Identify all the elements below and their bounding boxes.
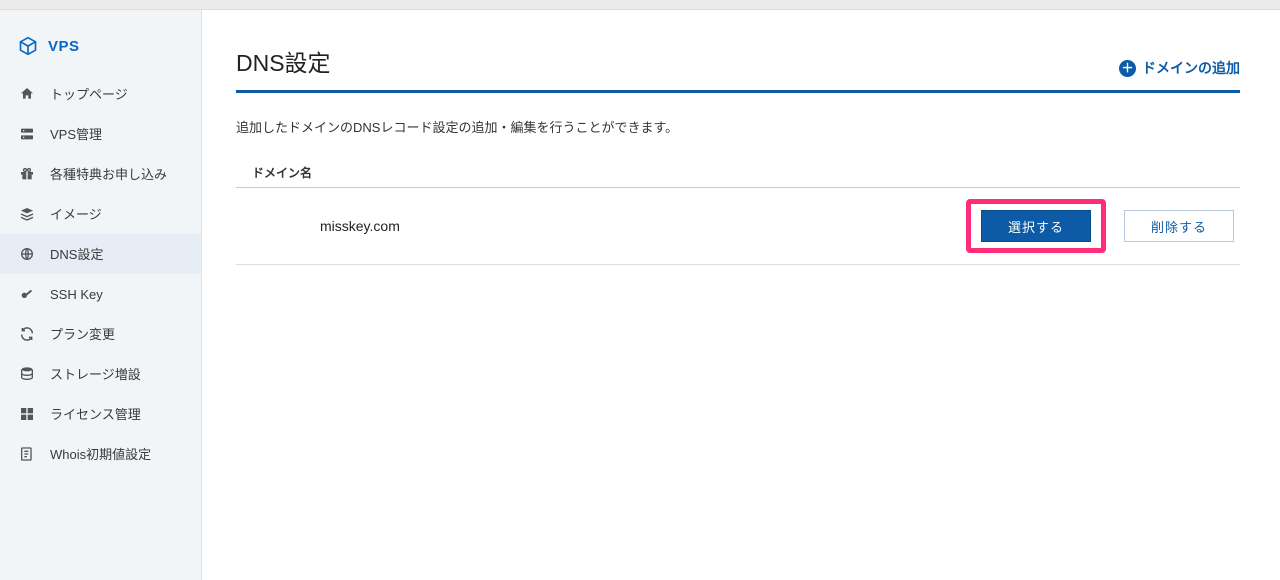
delete-button[interactable]: 削除する <box>1124 210 1234 242</box>
select-button[interactable]: 選択する <box>981 210 1091 242</box>
sidebar-item-label: DNS設定 <box>50 248 103 261</box>
sidebar-item-dns[interactable]: DNS設定 <box>0 234 201 274</box>
sidebar-item-vps[interactable]: VPS管理 <box>0 114 201 154</box>
sidebar-item-label: プラン変更 <box>50 328 115 341</box>
plus-circle-icon: ＋ <box>1119 60 1136 77</box>
sidebar-item-ssh[interactable]: SSH Key <box>0 274 201 314</box>
page-description: 追加したドメインのDNSレコード設定の追加・編集を行うことができます。 <box>236 117 1240 136</box>
table-row: misskey.com 選択する 削除する <box>236 188 1240 265</box>
row-actions: 選択する 削除する <box>966 199 1234 253</box>
database-icon <box>18 365 36 383</box>
globe-icon <box>18 245 36 263</box>
page-title: DNS設定 <box>236 44 331 78</box>
page-header: DNS設定 ＋ ドメインの追加 <box>236 44 1240 93</box>
table-header-domain: ドメイン名 <box>236 160 1240 188</box>
domain-cell: misskey.com <box>252 216 400 236</box>
server-icon <box>18 125 36 143</box>
redacted-prefix <box>252 216 316 236</box>
sidebar-item-label: Whois初期値設定 <box>50 448 151 461</box>
sidebar-item-label: VPS管理 <box>50 128 102 141</box>
sidebar: VPS トップページ VPS管理 各種特典お申し込み イメージ <box>0 10 202 580</box>
gift-icon <box>18 165 36 183</box>
document-icon <box>18 445 36 463</box>
sidebar-item-label: SSH Key <box>50 288 103 301</box>
highlight-annotation: 選択する <box>966 199 1106 253</box>
sidebar-item-top[interactable]: トップページ <box>0 74 201 114</box>
add-domain-button[interactable]: ＋ ドメインの追加 <box>1119 58 1240 78</box>
cube-icon <box>18 36 38 56</box>
brand[interactable]: VPS <box>0 30 201 74</box>
layout: VPS トップページ VPS管理 各種特典お申し込み イメージ <box>0 10 1280 580</box>
sidebar-item-storage[interactable]: ストレージ増設 <box>0 354 201 394</box>
brand-label: VPS <box>48 38 80 55</box>
layers-icon <box>18 205 36 223</box>
grid-icon <box>18 405 36 423</box>
add-domain-label: ドメインの追加 <box>1142 58 1240 78</box>
sidebar-item-label: トップページ <box>50 88 128 101</box>
domain-text: misskey.com <box>320 218 400 234</box>
sidebar-item-label: ストレージ増設 <box>50 368 141 381</box>
sidebar-item-label: 各種特典お申し込み <box>50 168 167 181</box>
main-content: DNS設定 ＋ ドメインの追加 追加したドメインのDNSレコード設定の追加・編集… <box>202 10 1280 580</box>
sidebar-item-whois[interactable]: Whois初期値設定 <box>0 434 201 474</box>
sidebar-item-label: イメージ <box>50 208 102 221</box>
home-icon <box>18 85 36 103</box>
sidebar-item-license[interactable]: ライセンス管理 <box>0 394 201 434</box>
sidebar-item-benefits[interactable]: 各種特典お申し込み <box>0 154 201 194</box>
sidebar-item-plan[interactable]: プラン変更 <box>0 314 201 354</box>
top-strip <box>0 0 1280 10</box>
refresh-icon <box>18 325 36 343</box>
sidebar-item-label: ライセンス管理 <box>50 408 141 421</box>
key-icon <box>18 285 36 303</box>
sidebar-item-image[interactable]: イメージ <box>0 194 201 234</box>
